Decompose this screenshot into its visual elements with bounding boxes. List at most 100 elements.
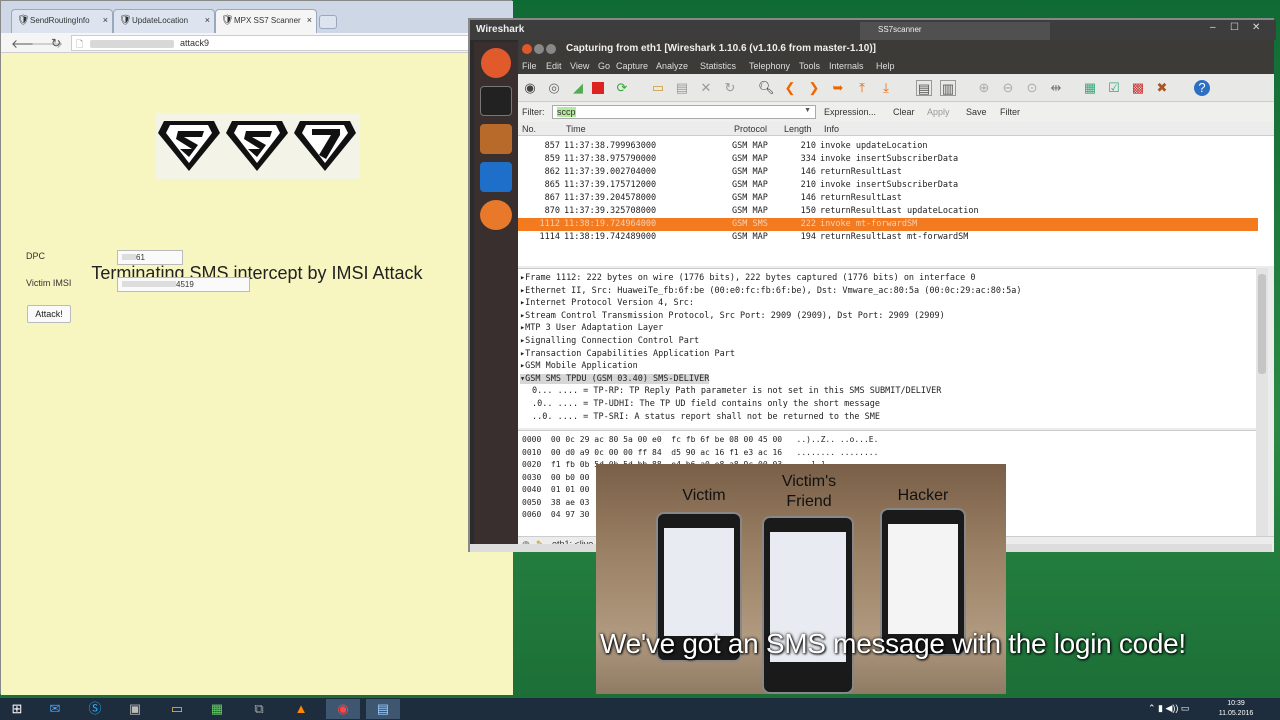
minimize-icon[interactable]: – bbox=[1210, 22, 1216, 33]
display-filters-icon[interactable]: ☑ bbox=[1106, 80, 1122, 96]
hex-line[interactable]: 0060 04 97 30 bbox=[522, 510, 589, 519]
ubuntu-logo-icon[interactable] bbox=[481, 48, 511, 78]
expression-button[interactable]: Expression... bbox=[824, 107, 876, 117]
chevron-down-icon[interactable]: ▼ bbox=[804, 107, 811, 114]
close-icon[interactable]: ✕ bbox=[1252, 22, 1260, 33]
apply-button[interactable]: Apply bbox=[927, 107, 950, 117]
attack-button[interactable]: Attack! bbox=[27, 305, 71, 323]
detail-tree-item[interactable]: ▸Transaction Capabilities Application Pa… bbox=[520, 349, 735, 359]
files-icon[interactable] bbox=[480, 124, 512, 154]
colorize-icon[interactable]: ▤ bbox=[916, 80, 932, 96]
hex-line[interactable]: 0030 00 b0 00 bbox=[522, 473, 589, 482]
detail-tree-item[interactable]: ▸Ethernet II, Src: HuaweiTe_fb:6f:be (00… bbox=[520, 286, 1022, 296]
packet-row[interactable]: 857 11:37:38.799963000 GSM MAP 210 invoke up… bbox=[518, 140, 1258, 153]
options-icon[interactable]: ◎ bbox=[546, 80, 562, 96]
maximize-icon[interactable]: ☐ bbox=[1230, 22, 1239, 33]
detail-tree-item[interactable]: ▸Internet Protocol Version 4, Src: bbox=[520, 298, 694, 308]
menu-file[interactable]: File bbox=[522, 61, 537, 71]
menu-edit[interactable]: Edit bbox=[546, 61, 562, 71]
reload-file-icon[interactable]: ↻ bbox=[722, 80, 738, 96]
menu-capture[interactable]: Capture bbox=[616, 61, 648, 71]
new-tab-button[interactable] bbox=[319, 15, 337, 29]
menu-telephony[interactable]: Telephony bbox=[749, 61, 790, 71]
details-scrollbar[interactable] bbox=[1256, 268, 1268, 536]
hex-line[interactable]: 0000 00 0c 29 ac 80 5a 00 e0 fc fb 6f be… bbox=[522, 435, 878, 444]
find-packet-icon[interactable]: 🔍︎ bbox=[758, 80, 775, 96]
coloring-rules-icon[interactable]: ▩ bbox=[1130, 80, 1146, 96]
restart-capture-icon[interactable]: ⟳ bbox=[614, 80, 630, 96]
help-icon[interactable]: ? bbox=[1194, 80, 1210, 96]
detail-tree-item[interactable]: ▾GSM SMS TPDU (GSM 03.40) SMS-DELIVER bbox=[520, 373, 710, 384]
menu-view[interactable]: View bbox=[570, 61, 589, 71]
terminal-icon[interactable] bbox=[480, 86, 512, 116]
menu-tools[interactable]: Tools bbox=[799, 61, 820, 71]
start-capture-icon[interactable]: ◢ bbox=[570, 80, 586, 96]
tab-mpx-ss7-scanner[interactable]: 🛡 MPX SS7 Scanner × bbox=[215, 9, 317, 33]
menu-statistics[interactable]: Statistics bbox=[700, 61, 736, 71]
packet-row[interactable]: 1114 11:38:19.742489000 GSM MAP 194 returnRe… bbox=[518, 231, 1258, 244]
tab-updatelocation[interactable]: 🛡 UpdateLocation × bbox=[113, 9, 215, 33]
resize-columns-icon[interactable]: ⇹ bbox=[1048, 80, 1064, 96]
packet-row[interactable]: 859 11:37:38.975790000 GSM MAP 334 invoke in… bbox=[518, 153, 1258, 166]
detail-tree-item[interactable]: ▸Frame 1112: 222 bytes on wire (1776 bit… bbox=[520, 273, 975, 283]
go-to-packet-icon[interactable]: ➥ bbox=[830, 80, 846, 96]
hex-line[interactable]: 0040 01 01 00 bbox=[522, 485, 589, 494]
network-icon[interactable]: ⧉ bbox=[242, 699, 276, 719]
column-protocol[interactable]: Protocol bbox=[734, 124, 767, 134]
normal-size-icon[interactable]: ⊙ bbox=[1024, 80, 1040, 96]
chrome-icon[interactable]: ◉ bbox=[326, 699, 360, 719]
url-input[interactable]: 🗋 attack9 bbox=[71, 35, 471, 51]
tab-sendroutinginfo[interactable]: 🛡 SendRoutingInfo × bbox=[11, 9, 113, 33]
app-icon[interactable]: ▦ bbox=[200, 699, 234, 719]
detail-subfield[interactable]: .0.. .... = TP-UDHI: The TP UD field con… bbox=[532, 399, 880, 409]
packet-row[interactable]: 870 11:37:39.325708000 GSM MAP 150 returnRes… bbox=[518, 205, 1258, 218]
ss7scanner-tab[interactable]: SS7scanner bbox=[860, 22, 1050, 40]
dpc-input[interactable]: 61 bbox=[117, 250, 183, 265]
vlc-icon[interactable]: ▲ bbox=[284, 699, 318, 719]
outlook-icon[interactable]: ✉ bbox=[38, 699, 72, 719]
file-explorer-icon[interactable]: ▭ bbox=[160, 699, 194, 719]
firefox-icon[interactable] bbox=[480, 200, 512, 230]
close-file-icon[interactable]: ✕ bbox=[698, 80, 714, 96]
app-icon[interactable]: ▣ bbox=[118, 699, 152, 719]
close-window-icon[interactable] bbox=[522, 44, 532, 54]
autoscroll-icon[interactable]: ▥ bbox=[940, 80, 956, 96]
detail-tree-item[interactable]: ▸MTP 3 User Adaptation Layer bbox=[520, 323, 663, 333]
detail-tree-item[interactable]: ▸GSM Mobile Application bbox=[520, 361, 638, 371]
hex-line[interactable]: 0010 00 d0 a9 0c 00 00 ff 84 d5 90 ac 16… bbox=[522, 448, 878, 457]
go-forward-icon[interactable]: ❯ bbox=[806, 80, 822, 96]
skype-icon[interactable]: Ⓢ bbox=[78, 699, 112, 719]
menu-internals[interactable]: Internals bbox=[829, 61, 864, 71]
zoom-in-icon[interactable]: ⊕ bbox=[976, 80, 992, 96]
vm-icon[interactable]: ▤ bbox=[366, 699, 400, 719]
packet-row[interactable]: 862 11:37:39.002704000 GSM MAP 146 returnRes… bbox=[518, 166, 1258, 179]
close-tab-icon[interactable]: × bbox=[205, 15, 210, 25]
scrollbar-thumb[interactable] bbox=[1258, 274, 1266, 374]
stop-capture-icon[interactable] bbox=[592, 82, 604, 94]
detail-tree-item[interactable]: ▸Stream Control Transmission Protocol, S… bbox=[520, 311, 945, 321]
open-file-icon[interactable]: ▭ bbox=[650, 80, 666, 96]
system-tray-icons[interactable]: ⌃ ▮ ◀)) ▭ bbox=[1148, 703, 1189, 714]
close-tab-icon[interactable]: × bbox=[307, 15, 312, 25]
windows-start-icon[interactable]: ⊞ bbox=[0, 699, 34, 719]
preferences-icon[interactable]: ✖ bbox=[1154, 80, 1170, 96]
detail-subfield[interactable]: ..0. .... = TP-SRI: A status report shal… bbox=[532, 412, 880, 422]
packet-row[interactable]: 867 11:37:39.204578000 GSM MAP 146 returnRes… bbox=[518, 192, 1258, 205]
menu-go[interactable]: Go bbox=[598, 61, 610, 71]
zoom-out-icon[interactable]: ⊖ bbox=[1000, 80, 1016, 96]
victim-imsi-input[interactable]: 4519 bbox=[117, 277, 250, 292]
interfaces-icon[interactable]: ◉ bbox=[522, 80, 538, 96]
save-filter-button[interactable]: Save bbox=[966, 107, 987, 117]
reload-icon[interactable]: ↻ bbox=[51, 36, 61, 50]
packet-row[interactable]: 865 11:37:39.175712000 GSM MAP 210 invoke in… bbox=[518, 179, 1258, 192]
detail-tree-item[interactable]: ▸Signalling Connection Control Part bbox=[520, 336, 699, 346]
menu-help[interactable]: Help bbox=[876, 61, 895, 71]
display-filter-input[interactable]: sccp ▼ bbox=[552, 105, 816, 119]
menu-analyze[interactable]: Analyze bbox=[656, 61, 688, 71]
column-info[interactable]: Info bbox=[824, 124, 839, 134]
capture-filters-icon[interactable]: ▦ bbox=[1082, 80, 1098, 96]
maximize-window-icon[interactable] bbox=[546, 44, 556, 54]
close-tab-icon[interactable]: × bbox=[103, 15, 108, 25]
column-length[interactable]: Length bbox=[784, 124, 812, 134]
wireshark-fin-icon[interactable] bbox=[480, 162, 512, 192]
